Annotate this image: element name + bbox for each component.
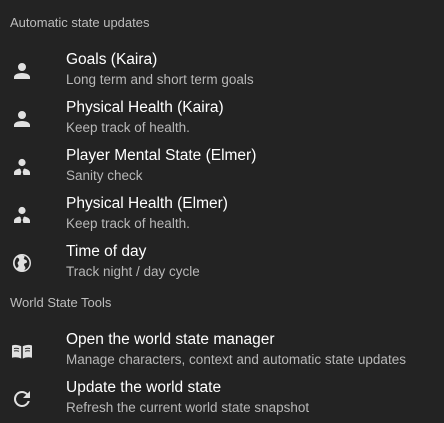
- menu-item-subtitle: Manage characters, context and automatic…: [66, 352, 406, 367]
- book-open-icon: [10, 339, 34, 363]
- section-header-automatic-state-updates: Automatic state updates: [10, 15, 150, 30]
- menu-item-subtitle: Long term and short term goals: [66, 72, 254, 87]
- menu-item-player-mental-state-elmer[interactable]: Player Mental State (Elmer) Sanity check: [0, 145, 444, 191]
- menu-item-title: Open the world state manager: [66, 331, 275, 348]
- menu-item-title: Physical Health (Elmer): [66, 195, 228, 212]
- person-tie-icon: [10, 155, 34, 179]
- person-icon: [10, 59, 34, 83]
- person-tie-icon: [10, 203, 34, 227]
- menu-item-subtitle: Track night / day cycle: [66, 264, 200, 279]
- menu-item-subtitle: Keep track of health.: [66, 216, 190, 231]
- menu-item-open-world-state-manager[interactable]: Open the world state manager Manage char…: [0, 329, 444, 375]
- menu-item-physical-health-kaira[interactable]: Physical Health (Kaira) Keep track of he…: [0, 97, 444, 143]
- menu-item-title: Physical Health (Kaira): [66, 99, 224, 116]
- section-header-world-state-tools: World State Tools: [10, 295, 112, 310]
- menu-item-subtitle: Sanity check: [66, 168, 143, 183]
- world-state-menu: Automatic state updates Goals (Kaira) Lo…: [0, 0, 444, 421]
- person-icon: [10, 107, 34, 131]
- menu-item-subtitle: Refresh the current world state snapshot: [66, 400, 310, 415]
- menu-item-title: Goals (Kaira): [66, 51, 158, 68]
- menu-item-title: Update the world state: [66, 379, 222, 396]
- globe-icon: [10, 251, 34, 275]
- menu-item-title: Player Mental State (Elmer): [66, 147, 257, 164]
- menu-item-time-of-day[interactable]: Time of day Track night / day cycle: [0, 241, 444, 287]
- menu-item-physical-health-elmer[interactable]: Physical Health (Elmer) Keep track of he…: [0, 193, 444, 239]
- menu-item-update-world-state[interactable]: Update the world state Refresh the curre…: [0, 377, 444, 423]
- menu-item-subtitle: Keep track of health.: [66, 120, 190, 135]
- menu-item-title: Time of day: [66, 243, 147, 260]
- refresh-icon: [10, 387, 34, 411]
- menu-item-goals-kaira[interactable]: Goals (Kaira) Long term and short term g…: [0, 49, 444, 95]
